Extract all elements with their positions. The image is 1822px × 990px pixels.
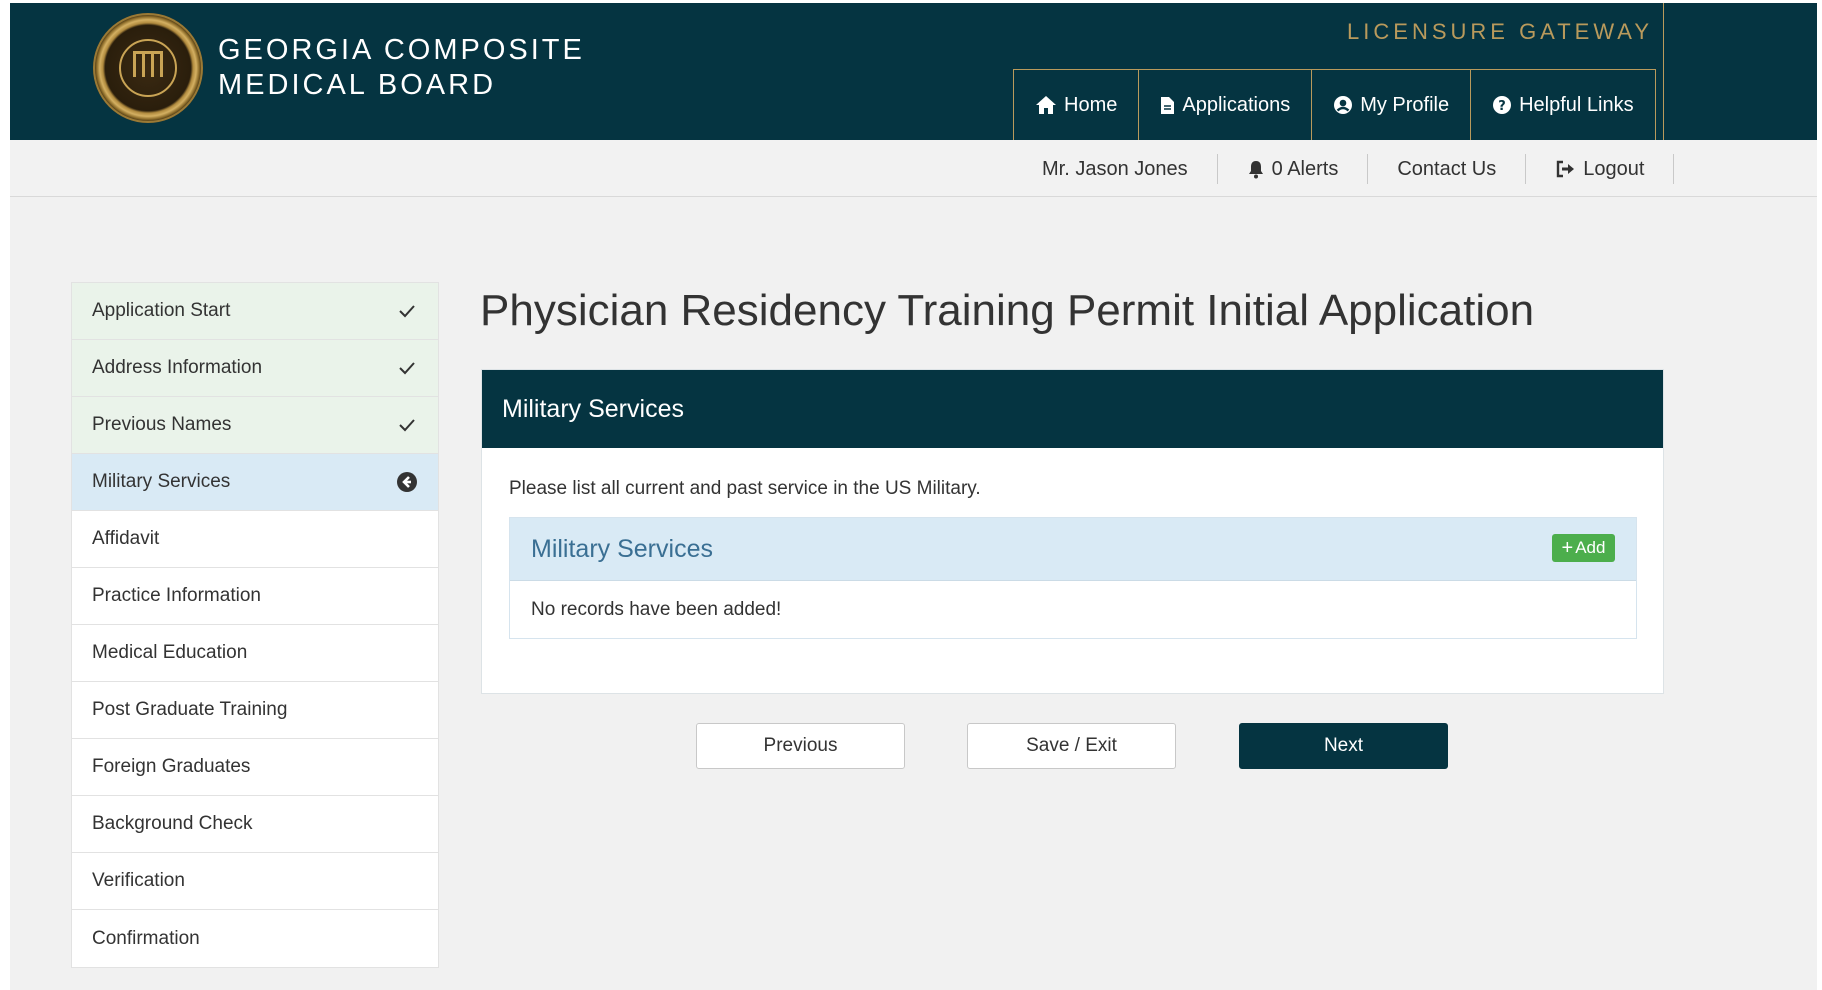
logout-link[interactable]: Logout — [1526, 154, 1675, 184]
nav-applications-label: Applications — [1182, 93, 1291, 116]
step-label: Address Information — [92, 357, 263, 378]
user-circle-icon — [1334, 96, 1353, 114]
alerts-label: 0 Alerts — [1271, 158, 1339, 180]
military-services-list: Military Services + Add No records have … — [509, 517, 1637, 639]
nav-applications[interactable]: Applications — [1139, 70, 1313, 140]
page: GEORGIA COMPOSITE MEDICAL BOARD LICENSUR… — [10, 3, 1817, 990]
add-button[interactable]: + Add — [1552, 534, 1615, 562]
panel-description: Please list all current and past service… — [509, 478, 981, 499]
checkmark-icon — [399, 305, 415, 318]
contact-us-link[interactable]: Contact Us — [1368, 154, 1527, 184]
step-previous-names[interactable]: Previous Names — [72, 397, 438, 454]
step-label: Military Services — [92, 471, 231, 492]
seal-columns — [133, 51, 163, 77]
nav-divider — [1663, 3, 1664, 140]
step-affidavit[interactable]: Affidavit — [72, 511, 438, 568]
step-label: Foreign Graduates — [92, 756, 251, 777]
plus-icon: + — [1561, 537, 1574, 559]
step-medical-education[interactable]: Medical Education — [72, 625, 438, 682]
user-bar: Mr. Jason Jones 0 Alerts Contact Us Logo… — [10, 140, 1817, 197]
nav-my-profile[interactable]: My Profile — [1312, 70, 1472, 140]
step-foreign-graduates[interactable]: Foreign Graduates — [72, 739, 438, 796]
nav-home[interactable]: Home — [1014, 70, 1140, 140]
panel-heading: Military Services — [482, 370, 1663, 448]
user-name-link[interactable]: Mr. Jason Jones — [1013, 154, 1218, 184]
question-circle-icon: ? — [1493, 96, 1512, 114]
step-label: Background Check — [92, 813, 253, 834]
step-military-services[interactable]: Military Services — [72, 454, 438, 511]
logout-icon — [1557, 160, 1575, 178]
step-label: Confirmation — [92, 927, 200, 949]
org-name-line1: GEORGIA COMPOSITE — [218, 34, 585, 66]
step-label: Application Start — [92, 300, 231, 321]
page-title: Physician Residency Training Permit Init… — [480, 286, 1535, 335]
step-label: Medical Education — [92, 642, 248, 663]
state-seal-logo — [93, 13, 203, 123]
nav-home-label: Home — [1064, 93, 1118, 116]
nav-helpful-links-label: Helpful Links — [1519, 93, 1634, 116]
bell-icon — [1248, 160, 1263, 178]
step-practice-information[interactable]: Practice Information — [72, 568, 438, 625]
home-icon — [1036, 96, 1056, 114]
org-name: GEORGIA COMPOSITE MEDICAL BOARD — [218, 33, 585, 103]
add-button-label: Add — [1575, 538, 1606, 557]
step-label: Affidavit — [92, 528, 160, 549]
arrow-left-circle-icon — [397, 472, 417, 492]
step-label: Practice Information — [92, 585, 261, 606]
step-label: Post Graduate Training — [92, 699, 288, 720]
user-bar-items: Mr. Jason Jones 0 Alerts Contact Us Logo… — [1013, 154, 1675, 184]
step-application-start[interactable]: Application Start — [72, 283, 438, 340]
empty-records-message: No records have been added! — [531, 598, 782, 620]
step-background-check[interactable]: Background Check — [72, 796, 438, 853]
list-heading: Military Services + Add — [510, 518, 1636, 581]
previous-button[interactable]: Previous — [696, 723, 905, 769]
step-label: Previous Names — [92, 414, 232, 435]
main-nav: Home Applications My Profile ? Helpful L… — [1013, 69, 1656, 140]
step-verification[interactable]: Verification — [72, 853, 438, 910]
svg-text:?: ? — [1498, 99, 1506, 114]
step-confirmation[interactable]: Confirmation — [72, 910, 438, 967]
gateway-title: LICENSURE GATEWAY — [1347, 19, 1653, 44]
checkmark-icon — [399, 419, 415, 432]
step-address-information[interactable]: Address Information — [72, 340, 438, 397]
step-label: Verification — [92, 870, 185, 891]
nav-helpful-links[interactable]: ? Helpful Links — [1471, 70, 1656, 140]
application-steps-sidebar: Application Start Address Information Pr… — [71, 282, 439, 968]
save-exit-button[interactable]: Save / Exit — [967, 723, 1176, 769]
military-services-panel: Military Services Please list all curren… — [481, 369, 1664, 694]
list-heading-label: Military Services — [531, 534, 713, 563]
top-header: GEORGIA COMPOSITE MEDICAL BOARD LICENSUR… — [10, 3, 1817, 140]
nav-my-profile-label: My Profile — [1360, 93, 1450, 116]
logout-label: Logout — [1583, 158, 1645, 180]
step-post-graduate-training[interactable]: Post Graduate Training — [72, 682, 438, 739]
next-button[interactable]: Next — [1239, 723, 1448, 769]
org-name-line2: MEDICAL BOARD — [218, 69, 497, 101]
alerts-link[interactable]: 0 Alerts — [1218, 154, 1369, 184]
document-icon — [1161, 96, 1175, 114]
checkmark-icon — [399, 362, 415, 375]
